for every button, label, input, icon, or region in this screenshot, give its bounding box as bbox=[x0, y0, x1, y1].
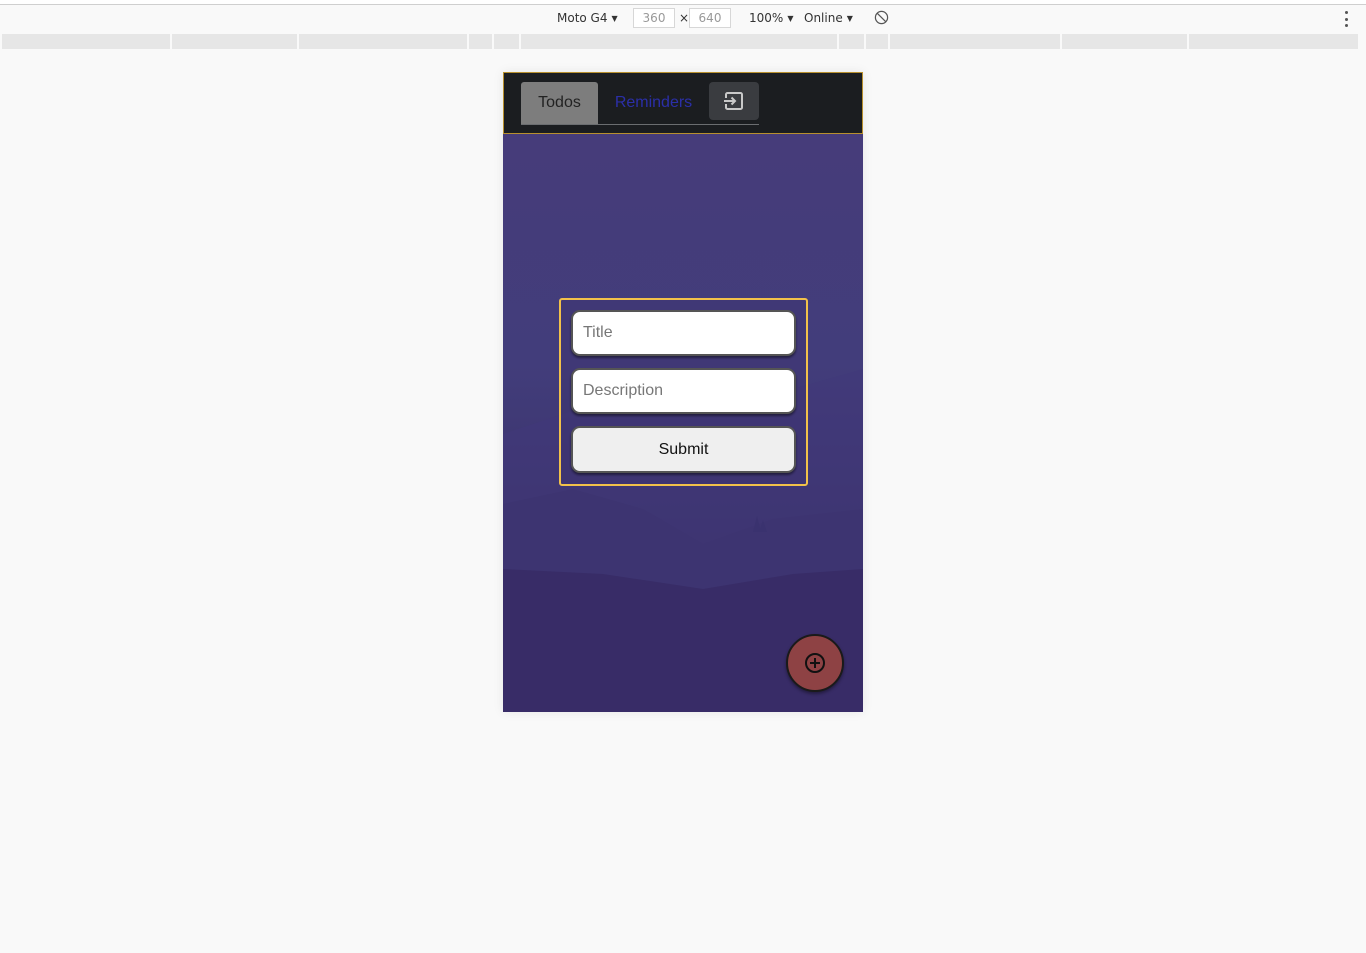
device-viewport: Todos Reminders Submit bbox=[503, 72, 863, 712]
height-input[interactable]: 640 bbox=[689, 8, 731, 28]
network-throttle-select[interactable]: Online ▼ bbox=[804, 11, 853, 25]
device-name: Moto G4 bbox=[557, 11, 608, 25]
device-select[interactable]: Moto G4 ▼ bbox=[557, 11, 618, 25]
tab-bar: Todos Reminders bbox=[521, 82, 759, 125]
sign-out-icon bbox=[724, 92, 743, 110]
new-todo-form: Submit bbox=[559, 298, 808, 486]
dimension-separator: × bbox=[679, 11, 690, 25]
title-input[interactable] bbox=[571, 310, 796, 356]
zoom-value: 100% bbox=[749, 11, 784, 25]
device-toolbar: Moto G4 ▼ 360 × 640 100% ▼ Online ▼ bbox=[0, 5, 1366, 32]
tab-todos[interactable]: Todos bbox=[521, 82, 598, 124]
chevron-down-icon: ▼ bbox=[787, 13, 794, 23]
description-input[interactable] bbox=[571, 368, 796, 414]
rotate-icon[interactable] bbox=[874, 10, 889, 25]
app-content: Submit bbox=[503, 134, 863, 712]
add-circle-icon bbox=[805, 653, 825, 673]
zoom-select[interactable]: 100% ▼ bbox=[749, 11, 793, 25]
media-query-bar[interactable] bbox=[2, 34, 1364, 49]
add-todo-button[interactable] bbox=[786, 634, 844, 692]
chevron-down-icon: ▼ bbox=[846, 13, 853, 23]
app-header: Todos Reminders bbox=[503, 72, 863, 134]
width-input[interactable]: 360 bbox=[633, 8, 675, 28]
tab-reminders[interactable]: Reminders bbox=[598, 82, 709, 124]
submit-button[interactable]: Submit bbox=[571, 426, 796, 473]
logout-button[interactable] bbox=[709, 82, 759, 120]
network-value: Online bbox=[804, 11, 843, 25]
more-options-icon[interactable] bbox=[1341, 11, 1351, 27]
chevron-down-icon: ▼ bbox=[611, 13, 618, 23]
